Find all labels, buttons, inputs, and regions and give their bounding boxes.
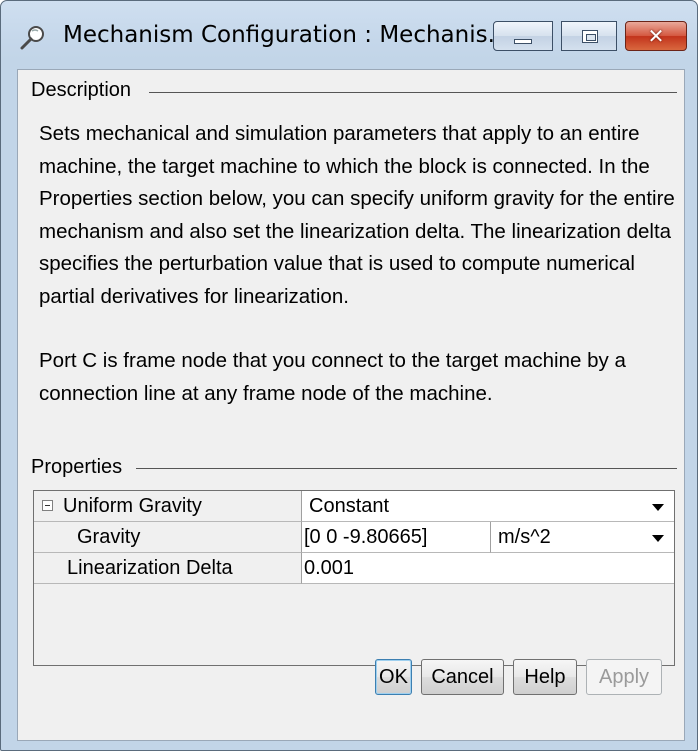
properties-group-label: Properties [31, 456, 123, 478]
linearization-delta-field[interactable]: 0.001 [302, 553, 674, 584]
mechanism-configuration-window: Mechanism Configuration : Mechanis... ✕ … [0, 0, 698, 751]
help-button[interactable]: Help [513, 659, 577, 695]
description-paragraph: Sets mechanical and simulation parameter… [39, 122, 675, 308]
gravity-unit-select[interactable]: m/s^2 [491, 522, 674, 553]
maximize-icon [582, 30, 598, 43]
dialog-client-area: Description Sets mechanical and simulati… [17, 69, 685, 741]
table-row: Uniform Gravity Constant [34, 491, 674, 522]
ok-button[interactable]: OK [375, 659, 412, 695]
properties-table: Uniform Gravity Constant Gravity [0 0 -9… [33, 490, 675, 666]
minimize-button[interactable] [493, 21, 553, 51]
property-value: Constant [309, 495, 390, 517]
property-name: Gravity [77, 526, 141, 548]
cancel-button[interactable]: Cancel [421, 659, 504, 695]
window-title: Mechanism Configuration : Mechanis... [63, 22, 510, 48]
description-group-divider [149, 92, 677, 93]
maximize-button[interactable] [561, 21, 617, 51]
table-row: Gravity [0 0 -9.80665] m/s^2 [34, 522, 674, 553]
dropdown-arrow-icon [652, 535, 664, 542]
collapse-icon[interactable] [42, 500, 53, 511]
property-name-cell[interactable]: Uniform Gravity [34, 491, 302, 522]
property-name-cell: Linearization Delta [34, 553, 302, 584]
unit-value: m/s^2 [498, 526, 551, 548]
property-name: Linearization Delta [67, 557, 233, 579]
property-value: [0 0 -9.80665] [304, 526, 428, 548]
dropdown-arrow-icon [652, 504, 664, 511]
property-name: Uniform Gravity [63, 495, 202, 517]
table-row: Linearization Delta 0.001 [34, 553, 674, 584]
description-group-label: Description [31, 79, 132, 101]
description-paragraph: Port C is frame node that you connect to… [39, 349, 626, 405]
uniform-gravity-select[interactable]: Constant [302, 491, 674, 522]
minimize-icon [514, 39, 532, 44]
close-icon: ✕ [647, 24, 665, 48]
title-bar[interactable]: Mechanism Configuration : Mechanis... ✕ [1, 1, 697, 69]
close-button[interactable]: ✕ [625, 21, 687, 51]
magnifier-icon [17, 23, 49, 55]
description-text: Sets mechanical and simulation parameter… [39, 118, 679, 410]
property-name-cell: Gravity [34, 522, 302, 553]
properties-group-divider [136, 468, 677, 469]
apply-button[interactable]: Apply [586, 659, 662, 695]
gravity-value-field[interactable]: [0 0 -9.80665] [302, 522, 491, 553]
property-value: 0.001 [304, 557, 355, 579]
